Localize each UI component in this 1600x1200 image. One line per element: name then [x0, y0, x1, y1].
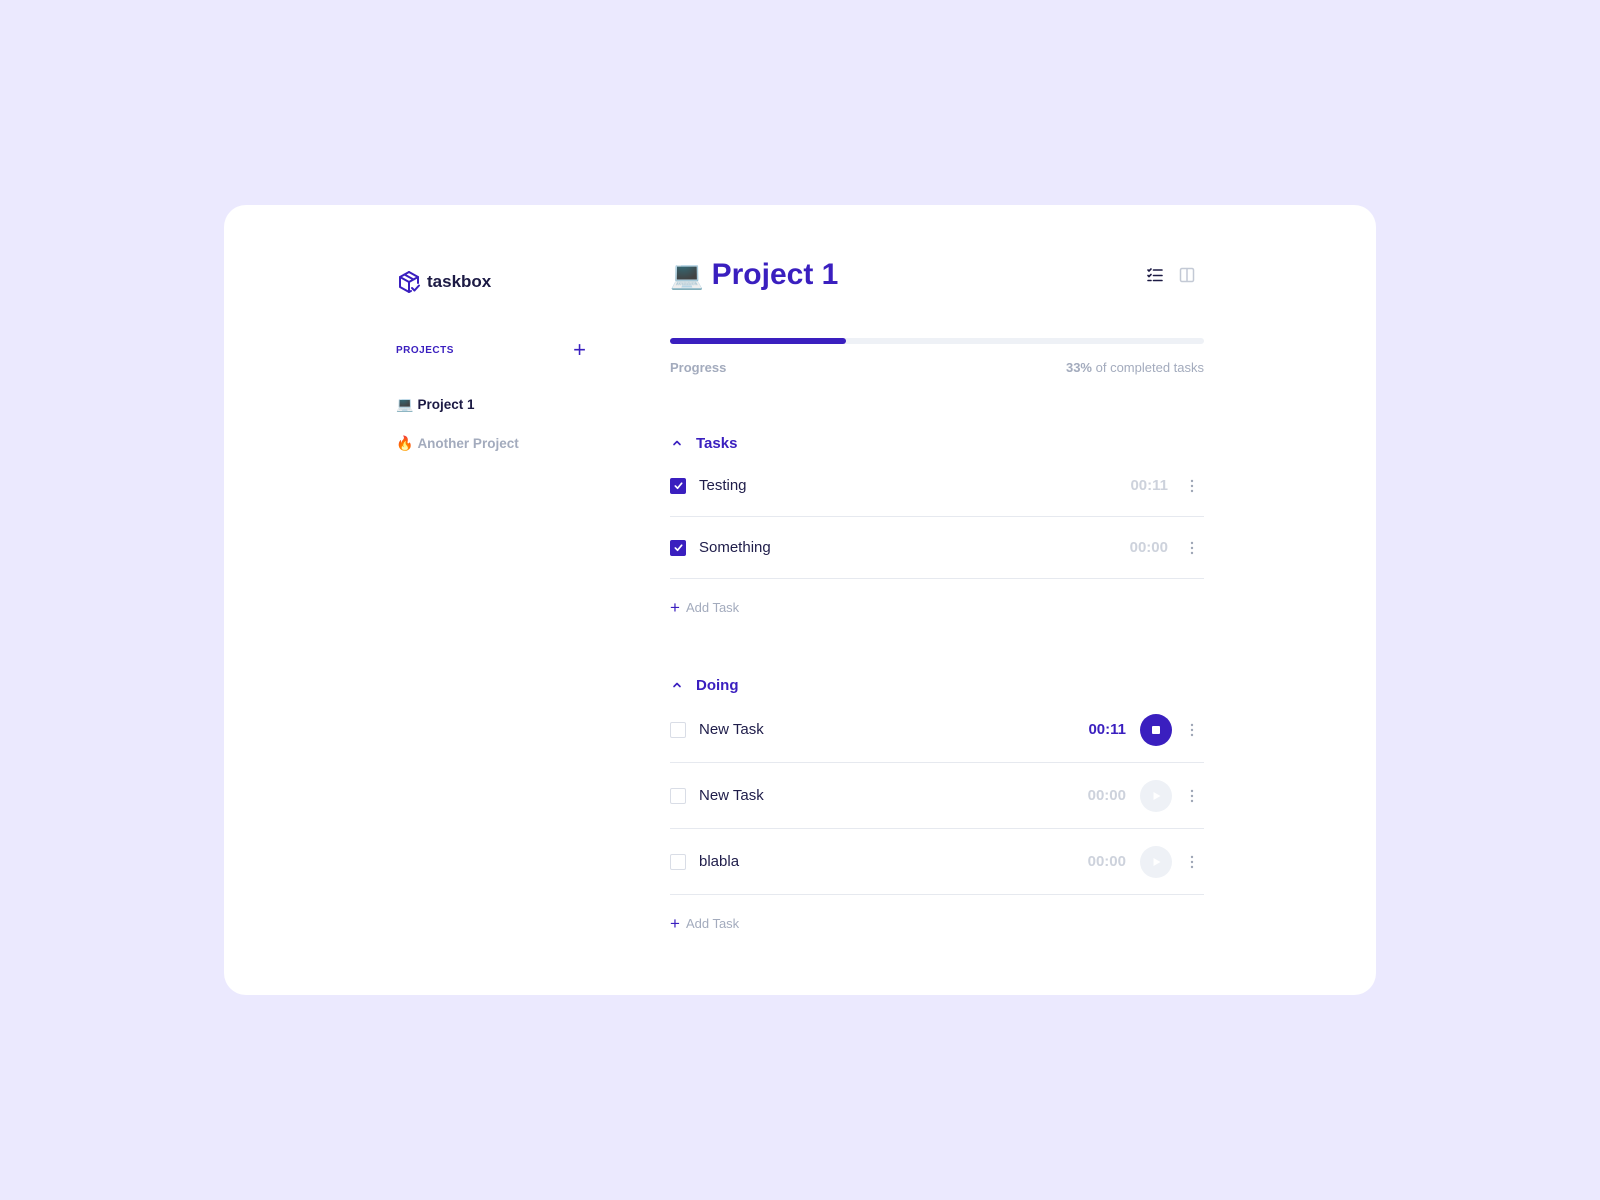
task-checkbox[interactable]: [670, 539, 686, 556]
task-checkbox[interactable]: [670, 477, 686, 494]
task-row: New Task 00:11: [670, 697, 1204, 763]
add-project-button[interactable]: +: [573, 339, 586, 361]
task-time: 00:00: [1087, 787, 1126, 804]
section-header-doing[interactable]: Doing: [670, 673, 1204, 697]
section-tasks: Tasks Testing 00:11 Something 00:00 + Ad…: [670, 431, 1204, 619]
progress-label: Progress: [670, 360, 727, 375]
stop-icon: [1152, 725, 1160, 734]
sidebar-item-another-project[interactable]: 🔥 Another Project: [396, 434, 519, 453]
task-checkbox[interactable]: [670, 721, 686, 738]
more-vertical-icon: [1190, 723, 1194, 736]
chevron-up-icon: [673, 440, 681, 446]
task-name: New Task: [699, 721, 764, 738]
task-row: blabla 00:00: [670, 829, 1204, 895]
projects-label: PROJECTS: [396, 344, 454, 356]
task-row: Testing 00:11: [670, 455, 1204, 517]
section-title: Tasks: [696, 434, 738, 452]
plus-icon: +: [670, 913, 680, 933]
task-time: 00:00: [1129, 539, 1168, 556]
play-timer-button[interactable]: [1140, 779, 1172, 812]
task-menu-button[interactable]: [1182, 541, 1202, 555]
more-vertical-icon: [1190, 855, 1194, 868]
progress-percent: 33%: [1065, 360, 1092, 375]
sidebar-item-label: Project 1: [417, 397, 475, 412]
check-icon: [673, 544, 683, 552]
section-header-tasks[interactable]: Tasks: [670, 431, 1204, 455]
sidebar-item-label: Another Project: [417, 436, 519, 451]
task-time: 00:11: [1088, 721, 1126, 738]
task-time: 00:00: [1087, 853, 1126, 870]
more-vertical-icon: [1190, 479, 1194, 492]
laptop-icon: 💻: [396, 396, 414, 412]
fire-icon: 🔥: [396, 435, 414, 451]
task-menu-button[interactable]: [1182, 723, 1202, 737]
stop-timer-button[interactable]: [1140, 713, 1172, 746]
app-name: taskbox: [427, 272, 492, 291]
task-row: New Task 00:00: [670, 763, 1204, 829]
projects-header: PROJECTS +: [396, 339, 586, 361]
task-name: New Task: [699, 787, 764, 804]
more-vertical-icon: [1190, 789, 1194, 802]
task-checkbox[interactable]: [670, 853, 686, 870]
main-content: 💻 Project 1 Progress 33% of completed ta…: [670, 255, 1204, 935]
task-checkbox[interactable]: [670, 787, 686, 804]
play-icon: [1153, 791, 1161, 800]
view-switcher: [1146, 266, 1196, 284]
play-icon: [1153, 857, 1161, 866]
project-list: 💻 Project 1 🔥 Another Project: [396, 395, 519, 473]
add-task-button[interactable]: + Add Task: [670, 595, 1204, 619]
progress-section: Progress 33% of completed tasks: [670, 338, 1204, 375]
add-task-button[interactable]: + Add Task: [670, 911, 1204, 935]
progress-text: Progress 33% of completed tasks: [670, 360, 1204, 375]
app-card: taskbox PROJECTS + 💻 Project 1 🔥 Another…: [224, 205, 1376, 995]
task-name: blabla: [699, 853, 740, 870]
title-row: 💻 Project 1: [670, 255, 1204, 295]
task-name: Testing: [699, 477, 747, 494]
add-task-label: Add Task: [685, 599, 740, 615]
list-view-icon[interactable]: [1146, 266, 1164, 284]
box-check-icon: [399, 271, 420, 293]
more-vertical-icon: [1190, 541, 1194, 554]
task-menu-button[interactable]: [1182, 479, 1202, 493]
task-name: Something: [699, 539, 771, 556]
board-view-icon[interactable]: [1178, 266, 1196, 284]
section-title: Doing: [696, 676, 739, 694]
check-icon: [673, 482, 683, 490]
progress-summary: 33% of completed tasks: [1066, 360, 1204, 375]
task-row: Something 00:00: [670, 517, 1204, 579]
plus-icon: +: [670, 597, 680, 617]
page-title-text: Project 1: [711, 258, 839, 291]
task-menu-button[interactable]: [1182, 789, 1202, 803]
task-time: 00:11: [1130, 477, 1168, 494]
laptop-icon: 💻: [670, 260, 704, 290]
chevron-up-icon: [673, 682, 681, 688]
task-menu-button[interactable]: [1182, 855, 1202, 869]
add-task-label: Add Task: [685, 915, 740, 931]
page-title: 💻 Project 1: [670, 258, 838, 292]
sidebar-item-project-1[interactable]: 💻 Project 1: [396, 395, 519, 414]
logo[interactable]: taskbox: [397, 270, 491, 294]
section-doing: Doing New Task 00:11 New Task 00:00 blab…: [670, 673, 1204, 935]
play-timer-button[interactable]: [1140, 845, 1172, 878]
progress-bar-fill: [670, 338, 847, 344]
progress-bar: [670, 338, 1204, 344]
progress-suffix: of completed tasks: [1092, 360, 1204, 375]
